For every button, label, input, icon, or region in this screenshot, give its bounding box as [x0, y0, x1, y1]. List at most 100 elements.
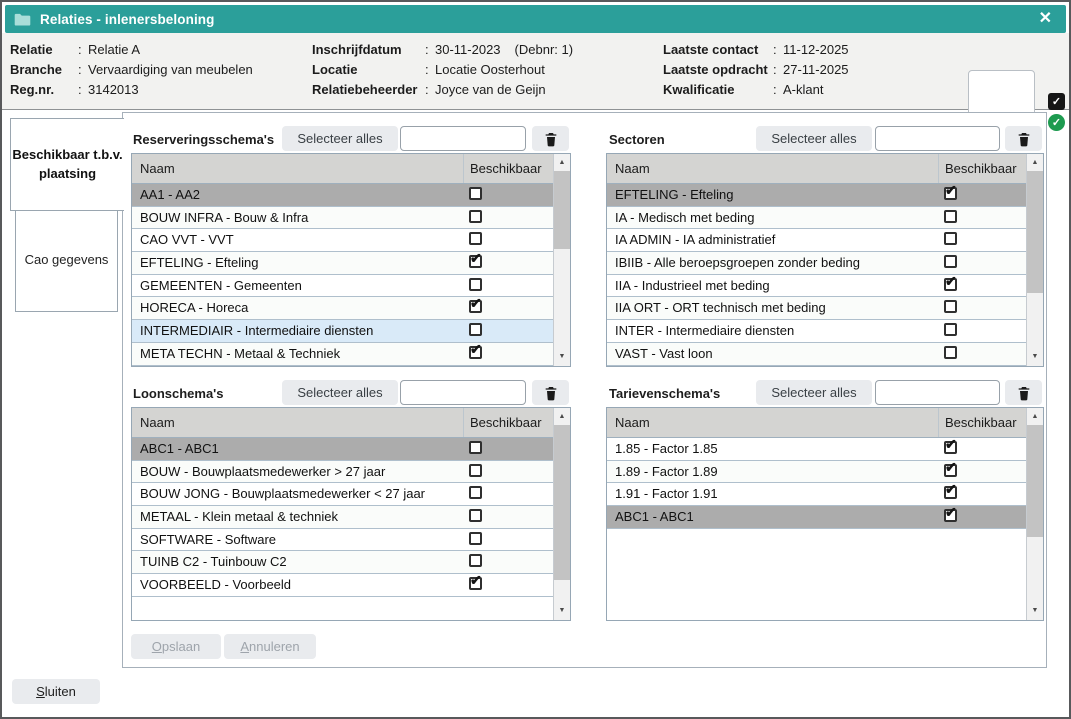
list-item[interactable]: CAO VVT - VVT: [132, 229, 553, 252]
available-checkbox[interactable]: [469, 486, 482, 499]
approved-status-icon[interactable]: [1048, 114, 1065, 131]
item-name: EFTELING - Efteling: [140, 255, 258, 270]
available-checkbox[interactable]: [469, 187, 482, 200]
item-name: IA ADMIN - IA administratief: [615, 232, 775, 247]
list-item[interactable]: INTERMEDIAIR - Intermediaire diensten: [132, 320, 553, 343]
list-item[interactable]: GEMEENTEN - Gemeenten: [132, 275, 553, 298]
reserveringsschemas-select-all-button[interactable]: Selecteer alles: [282, 126, 398, 151]
list-item[interactable]: VAST - Vast loon: [607, 343, 1026, 366]
available-checkbox[interactable]: [944, 210, 957, 223]
available-checkbox[interactable]: [469, 577, 482, 590]
scroll-down-icon[interactable]: [554, 349, 570, 365]
list-item[interactable]: META TECHN - Metaal & Techniek: [132, 343, 553, 366]
field-inschrijfdatum: Inschrijfdatum:30-11-2023(Debnr: 1): [312, 40, 573, 60]
available-checkbox[interactable]: [944, 323, 957, 336]
list-item[interactable]: 1.91 - Factor 1.91: [607, 483, 1026, 506]
cancel-button[interactable]: Annuleren: [224, 634, 316, 659]
available-checkbox[interactable]: [469, 441, 482, 454]
list-item[interactable]: 1.85 - Factor 1.85: [607, 438, 1026, 461]
available-checkbox[interactable]: [469, 300, 482, 313]
list-item[interactable]: IBIIB - Alle beroepsgroepen zonder bedin…: [607, 252, 1026, 275]
available-checkbox[interactable]: [944, 255, 957, 268]
scroll-down-icon[interactable]: [554, 603, 570, 619]
available-checkbox[interactable]: [469, 210, 482, 223]
scroll-up-icon[interactable]: [1027, 155, 1043, 171]
available-checkbox[interactable]: [944, 346, 957, 359]
scroll-up-icon[interactable]: [554, 409, 570, 425]
list-item[interactable]: AA1 - AA2: [132, 184, 553, 207]
list-item[interactable]: EFTELING - Efteling: [132, 252, 553, 275]
scrollbar-thumb[interactable]: [1027, 171, 1043, 293]
scroll-up-icon[interactable]: [1027, 409, 1043, 425]
available-checkbox[interactable]: [944, 187, 957, 200]
scroll-down-icon[interactable]: [1027, 349, 1043, 365]
list-item[interactable]: BOUW - Bouwplaatsmedewerker > 27 jaar: [132, 461, 553, 484]
available-checkbox[interactable]: [469, 509, 482, 522]
list-item[interactable]: 1.89 - Factor 1.89: [607, 461, 1026, 484]
tarievenschemas-delete-button[interactable]: [1005, 380, 1042, 405]
tarievenschemas-filter-input[interactable]: [875, 380, 1000, 405]
field-kwalificatie: Kwalificatie:A-klant: [663, 80, 849, 100]
available-checkbox[interactable]: [944, 486, 957, 499]
sectoren-filter-input[interactable]: [875, 126, 1000, 151]
loonschemas-select-all-button[interactable]: Selecteer alles: [282, 380, 398, 405]
list-item[interactable]: ABC1 - ABC1: [132, 438, 553, 461]
available-checkbox[interactable]: [469, 323, 482, 336]
available-checkbox[interactable]: [469, 255, 482, 268]
available-checkbox[interactable]: [944, 441, 957, 454]
list-item[interactable]: SOFTWARE - Software: [132, 529, 553, 552]
sectoren-title: Sectoren: [609, 132, 665, 147]
item-name: ABC1 - ABC1: [140, 441, 219, 456]
scrollbar[interactable]: [553, 408, 570, 620]
available-checkbox[interactable]: [944, 278, 957, 291]
scrollbar-thumb[interactable]: [554, 171, 570, 249]
list-item[interactable]: IA ADMIN - IA administratief: [607, 229, 1026, 252]
list-item[interactable]: IIA ORT - ORT technisch met beding: [607, 297, 1026, 320]
scrollbar[interactable]: [1026, 154, 1043, 366]
scrollbar-thumb[interactable]: [1027, 425, 1043, 537]
reserveringsschemas-filter-input[interactable]: [400, 126, 526, 151]
list-item[interactable]: VOORBEELD - Voorbeeld: [132, 574, 553, 597]
available-checkbox[interactable]: [469, 554, 482, 567]
available-checkbox[interactable]: [944, 509, 957, 522]
available-checkbox[interactable]: [944, 232, 957, 245]
list-item[interactable]: BOUW INFRA - Bouw & Infra: [132, 207, 553, 230]
sluiten-button[interactable]: Sluiten: [12, 679, 100, 704]
available-checkbox[interactable]: [469, 278, 482, 291]
available-checkbox[interactable]: [944, 300, 957, 313]
list-item[interactable]: METAAL - Klein metaal & techniek: [132, 506, 553, 529]
scrollbar[interactable]: [553, 154, 570, 366]
loonschemas-filter-input[interactable]: [400, 380, 526, 405]
tarievenschemas-select-all-button[interactable]: Selecteer alles: [756, 380, 872, 405]
scrollbar-thumb[interactable]: [554, 425, 570, 580]
list-item[interactable]: IA - Medisch met beding: [607, 207, 1026, 230]
item-name: VOORBEELD - Voorbeeld: [140, 577, 291, 592]
close-icon[interactable]: ✕: [1039, 11, 1052, 27]
scrollbar[interactable]: [1026, 408, 1043, 620]
reserveringsschemas-delete-button[interactable]: [532, 126, 569, 151]
loonschemas-delete-button[interactable]: [532, 380, 569, 405]
available-checkbox[interactable]: [469, 346, 482, 359]
debnr-note: (Debnr: 1): [515, 42, 574, 57]
available-checkbox[interactable]: [469, 232, 482, 245]
list-item[interactable]: BOUW JONG - Bouwplaatsmedewerker < 27 ja…: [132, 483, 553, 506]
list-item[interactable]: HORECA - Horeca: [132, 297, 553, 320]
list-item[interactable]: ABC1 - ABC1: [607, 506, 1026, 529]
tab-cao-gegevens[interactable]: Cao gegevens: [15, 209, 118, 312]
sectoren-select-all-button[interactable]: Selecteer alles: [756, 126, 872, 151]
tab-beschikbaar-tbv-plaatsing[interactable]: Beschikbaar t.b.v. plaatsing: [10, 118, 124, 211]
available-checkbox[interactable]: [469, 532, 482, 545]
item-name: TUINB C2 - Tuinbouw C2: [140, 554, 287, 569]
list-item[interactable]: EFTELING - Efteling: [607, 184, 1026, 207]
list-item[interactable]: TUINB C2 - Tuinbouw C2: [132, 551, 553, 574]
column-naam: Naam: [140, 154, 175, 183]
scroll-down-icon[interactable]: [1027, 603, 1043, 619]
scroll-up-icon[interactable]: [554, 155, 570, 171]
sectoren-delete-button[interactable]: [1005, 126, 1042, 151]
checked-status-icon[interactable]: [1048, 93, 1065, 110]
available-checkbox[interactable]: [944, 464, 957, 477]
available-checkbox[interactable]: [469, 464, 482, 477]
list-item[interactable]: IIA - Industrieel met beding: [607, 275, 1026, 298]
list-item[interactable]: INTER - Intermediaire diensten: [607, 320, 1026, 343]
save-button[interactable]: Opslaan: [131, 634, 221, 659]
